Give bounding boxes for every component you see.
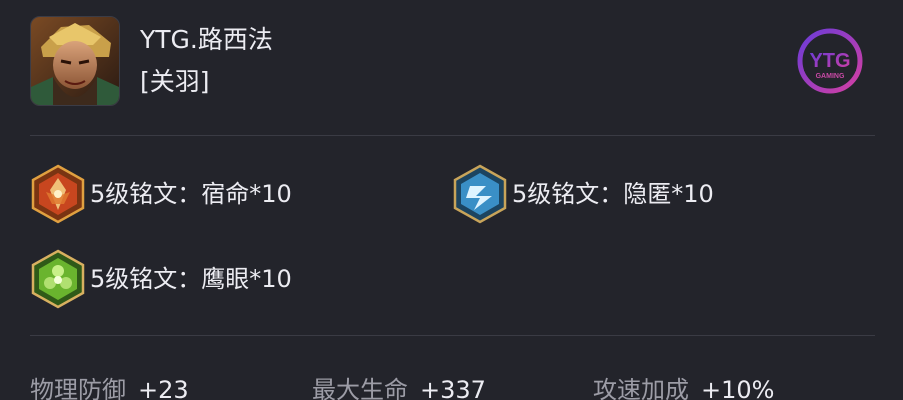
red-rune-icon [31, 164, 85, 224]
stat-value: +10% [701, 376, 775, 400]
team-logo: YTG GAMING [796, 27, 864, 95]
stat-physical-defense: 物理防御 +23 [30, 374, 189, 400]
hero-avatar[interactable] [30, 16, 120, 106]
stat-attack-speed: 攻速加成 +10% [593, 374, 774, 400]
rune-item-stealth[interactable]: 5级铭文：隐匿*10 [452, 164, 714, 224]
stat-name: 物理防御 [30, 376, 126, 400]
rune-detail-card: YTG.路西法 [关羽] YTG GAMING 5级铭文：宿命*10 5级铭文：… [0, 0, 903, 400]
divider [30, 335, 875, 336]
blue-rune-icon [453, 164, 507, 224]
divider [30, 135, 875, 136]
team-logo-text: YTG [809, 50, 850, 72]
stat-max-hp: 最大生命 +337 [312, 374, 486, 400]
rune-label: 5级铭文：宿命*10 [90, 180, 292, 208]
green-rune-icon [31, 249, 85, 309]
rune-item-fate[interactable]: 5级铭文：宿命*10 [30, 164, 292, 224]
stat-value: +337 [420, 376, 486, 400]
stat-value: +23 [138, 376, 189, 400]
stat-name: 最大生命 [312, 376, 408, 400]
rune-label: 5级铭文：鹰眼*10 [90, 265, 292, 293]
player-name: YTG.路西法 [140, 25, 273, 54]
rune-label: 5级铭文：隐匿*10 [512, 180, 714, 208]
stat-name: 攻速加成 [593, 376, 689, 400]
hero-portrait-icon [31, 17, 119, 105]
ytg-logo-icon: YTG GAMING [797, 28, 863, 94]
team-logo-subtext: GAMING [816, 73, 845, 80]
player-header: YTG.路西法 [关羽] YTG GAMING [30, 16, 875, 108]
hero-name: [关羽] [140, 67, 210, 96]
rune-item-eagle-eye[interactable]: 5级铭文：鹰眼*10 [30, 249, 292, 309]
